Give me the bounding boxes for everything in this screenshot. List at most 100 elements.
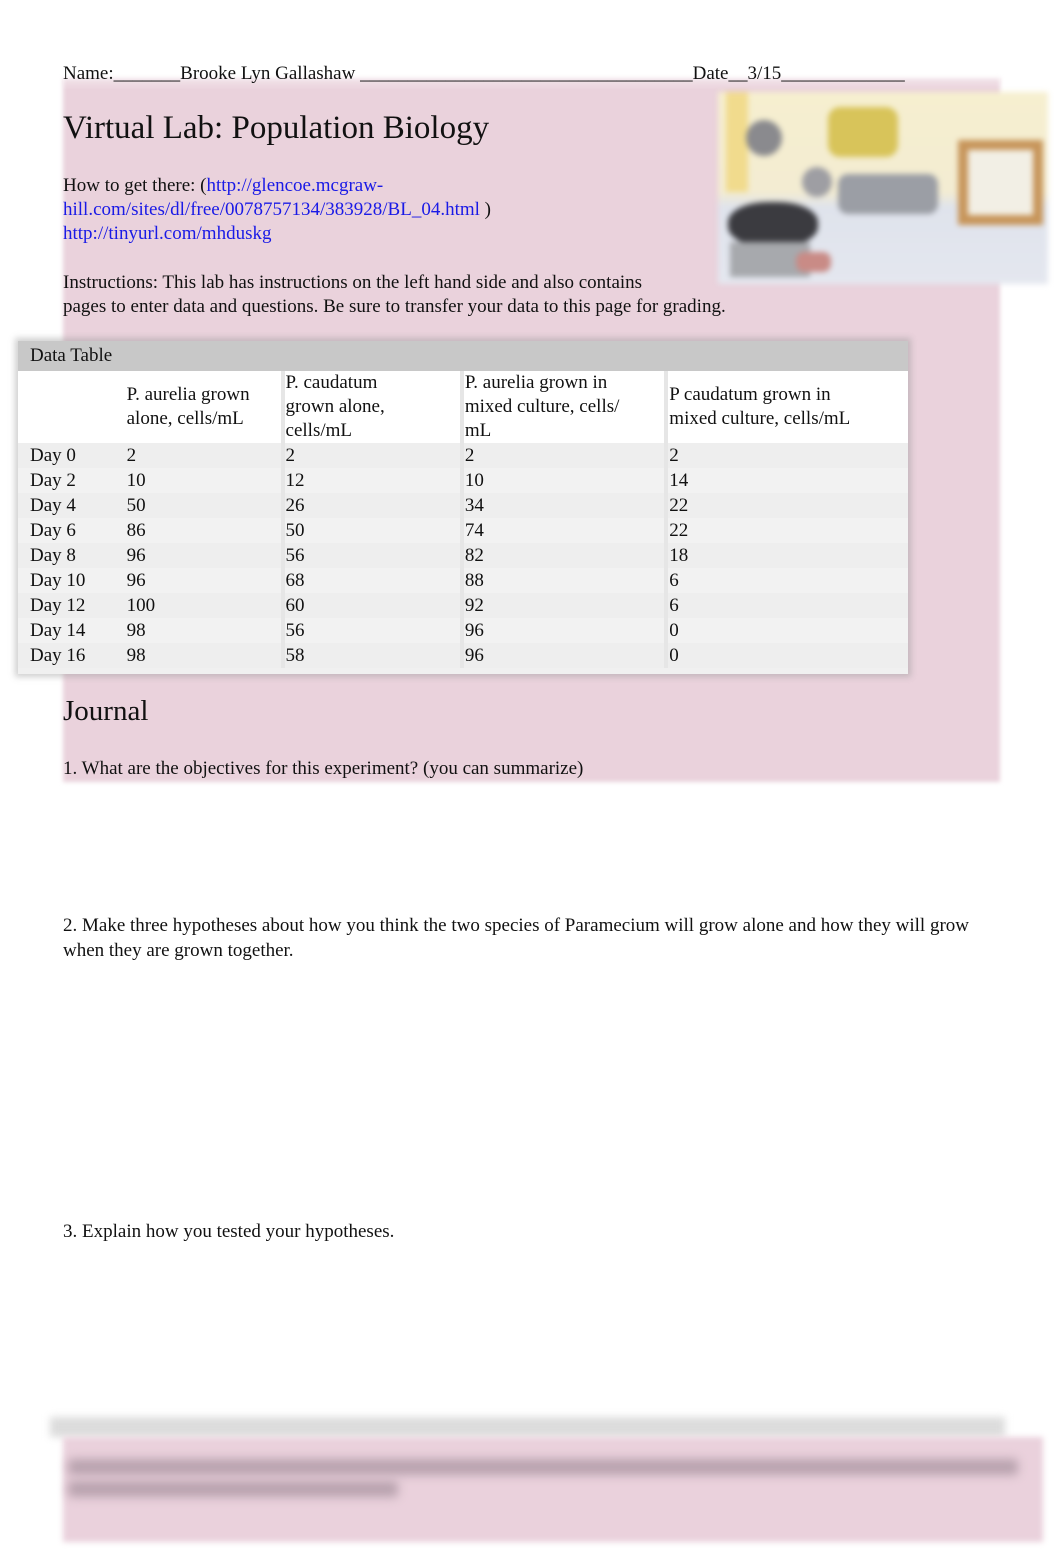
value-cell[interactable]: 2: [664, 443, 908, 468]
value-cell[interactable]: 34: [459, 493, 667, 518]
value-cell[interactable]: 10: [126, 468, 283, 493]
value-text: 86: [126, 519, 146, 541]
value-cell[interactable]: 22: [664, 493, 908, 518]
day-cell: Day 10: [18, 568, 127, 593]
date-blank: __: [728, 63, 748, 84]
table-row: Day 12 100 60 92 6: [18, 593, 908, 618]
value-cell[interactable]: 56: [280, 618, 462, 643]
date-label: Date: [692, 63, 729, 84]
value-cell[interactable]: 18: [664, 543, 908, 568]
column-header-caudatum-alone: P. caudatum grown alone, cells/mL: [280, 371, 462, 443]
value-cell[interactable]: 12: [280, 468, 462, 493]
value-cell[interactable]: 96: [459, 618, 667, 643]
image-shape: [828, 107, 898, 157]
table-row: Day 14 98 56 96 0: [18, 618, 908, 643]
value-text: 18: [669, 544, 689, 566]
value-cell[interactable]: 96: [459, 643, 667, 668]
value-cell[interactable]: 68: [280, 568, 462, 593]
value-cell[interactable]: 2: [280, 443, 462, 468]
close-paren: ): [479, 199, 491, 220]
value-text: 14: [669, 469, 689, 491]
value-cell[interactable]: 26: [280, 493, 462, 518]
value-text: 2: [126, 444, 137, 466]
value-text: 50: [126, 494, 146, 516]
column-header-caudatum-mixed: P caudatum grown in mixed culture, cells…: [664, 371, 908, 443]
value-cell[interactable]: 50: [126, 493, 283, 518]
value-cell[interactable]: 0: [664, 643, 908, 668]
table-body: Day 0 2 2 2 2 Day 2 10 12 10 14 Day 4 50 26 34 22 Day 6…: [18, 443, 908, 668]
data-table-grid: P. aurelia grown alone, cells/mL P. caud…: [18, 371, 908, 668]
value-text: 2: [285, 444, 296, 466]
value-text: 60: [285, 594, 305, 616]
value-cell[interactable]: 88: [459, 568, 667, 593]
value-cell[interactable]: 58: [280, 643, 462, 668]
value-text: 10: [126, 469, 146, 491]
lab-equipment-image: [718, 92, 1048, 284]
value-text: 2: [669, 444, 679, 466]
value-text: 88: [464, 569, 484, 591]
value-text: 82: [464, 544, 484, 566]
table-row: Day 16 98 58 96 0: [18, 643, 908, 668]
how-to-section: How to get there: (http://glencoe.mcgraw…: [63, 174, 703, 246]
table-row: Day 2 10 12 10 14: [18, 468, 908, 493]
value-text: 74: [464, 519, 484, 541]
instructions-line2: pages to enter data and questions. Be su…: [63, 296, 726, 317]
value-cell[interactable]: 50: [280, 518, 462, 543]
value-cell[interactable]: 60: [280, 593, 462, 618]
value-cell[interactable]: 0: [664, 618, 908, 643]
name-blank-trailing: ___________________________________: [355, 63, 693, 84]
value-cell[interactable]: 10: [459, 468, 667, 493]
glencoe-link-line1: http://glencoe.mcgraw-: [206, 175, 384, 196]
column-header-day: [18, 371, 127, 443]
page-title: Virtual Lab: Population Biology: [63, 110, 490, 146]
value-cell[interactable]: 22: [664, 518, 908, 543]
value-cell[interactable]: 2: [126, 443, 283, 468]
value-cell[interactable]: 2: [459, 443, 667, 468]
blurred-band: [50, 1417, 1005, 1437]
value-cell[interactable]: 86: [126, 518, 283, 543]
value-cell[interactable]: 6: [664, 568, 908, 593]
value-cell[interactable]: 6: [664, 593, 908, 618]
value-text: 50: [285, 519, 305, 541]
value-text: 96: [126, 569, 146, 591]
value-text: 68: [285, 569, 305, 591]
tinyurl-link[interactable]: http://tinyurl.com/mhduskg: [63, 223, 271, 244]
value-text: 98: [126, 644, 146, 666]
day-cell: Day 6: [18, 518, 127, 543]
value-cell[interactable]: 98: [126, 643, 283, 668]
name-blank: _______: [113, 63, 181, 84]
image-shape: [796, 252, 831, 272]
value-cell[interactable]: 100: [126, 593, 283, 618]
value-cell[interactable]: 14: [664, 468, 908, 493]
table-row: Day 4 50 26 34 22: [18, 493, 908, 518]
table-caption: Data Table: [18, 341, 908, 371]
value-cell[interactable]: 92: [459, 593, 667, 618]
value-text: 58: [285, 644, 305, 666]
value-text: 96: [464, 644, 484, 666]
day-cell: Day 14: [18, 618, 127, 643]
day-cell: Day 4: [18, 493, 127, 518]
image-shape: [746, 120, 782, 156]
image-shape: [838, 174, 938, 214]
journal-heading: Journal: [63, 695, 149, 727]
value-text: 92: [464, 594, 484, 616]
value-cell[interactable]: 56: [280, 543, 462, 568]
value-text: 26: [285, 494, 305, 516]
value-text: 10: [464, 469, 484, 491]
how-to-label: How to get there: (: [63, 175, 207, 196]
student-name[interactable]: Brooke Lyn Gallashaw: [180, 63, 355, 84]
value-cell[interactable]: 96: [126, 568, 283, 593]
value-cell[interactable]: 98: [126, 618, 283, 643]
value-cell[interactable]: 74: [459, 518, 667, 543]
value-text: 0: [669, 644, 679, 666]
table-row: Day 6 86 50 74 22: [18, 518, 908, 543]
column-header-text: P. aurelia grown in mixed culture, cells…: [464, 372, 620, 441]
date-value[interactable]: 3/15: [747, 63, 781, 84]
value-text: 22: [669, 494, 689, 516]
value-text: 0: [669, 619, 679, 641]
value-text: 96: [464, 619, 484, 641]
blurred-preview-section: [40, 1417, 1043, 1547]
column-header-aurelia-mixed: P. aurelia grown in mixed culture, cells…: [459, 371, 667, 443]
value-cell[interactable]: 82: [459, 543, 667, 568]
value-cell[interactable]: 96: [126, 543, 283, 568]
